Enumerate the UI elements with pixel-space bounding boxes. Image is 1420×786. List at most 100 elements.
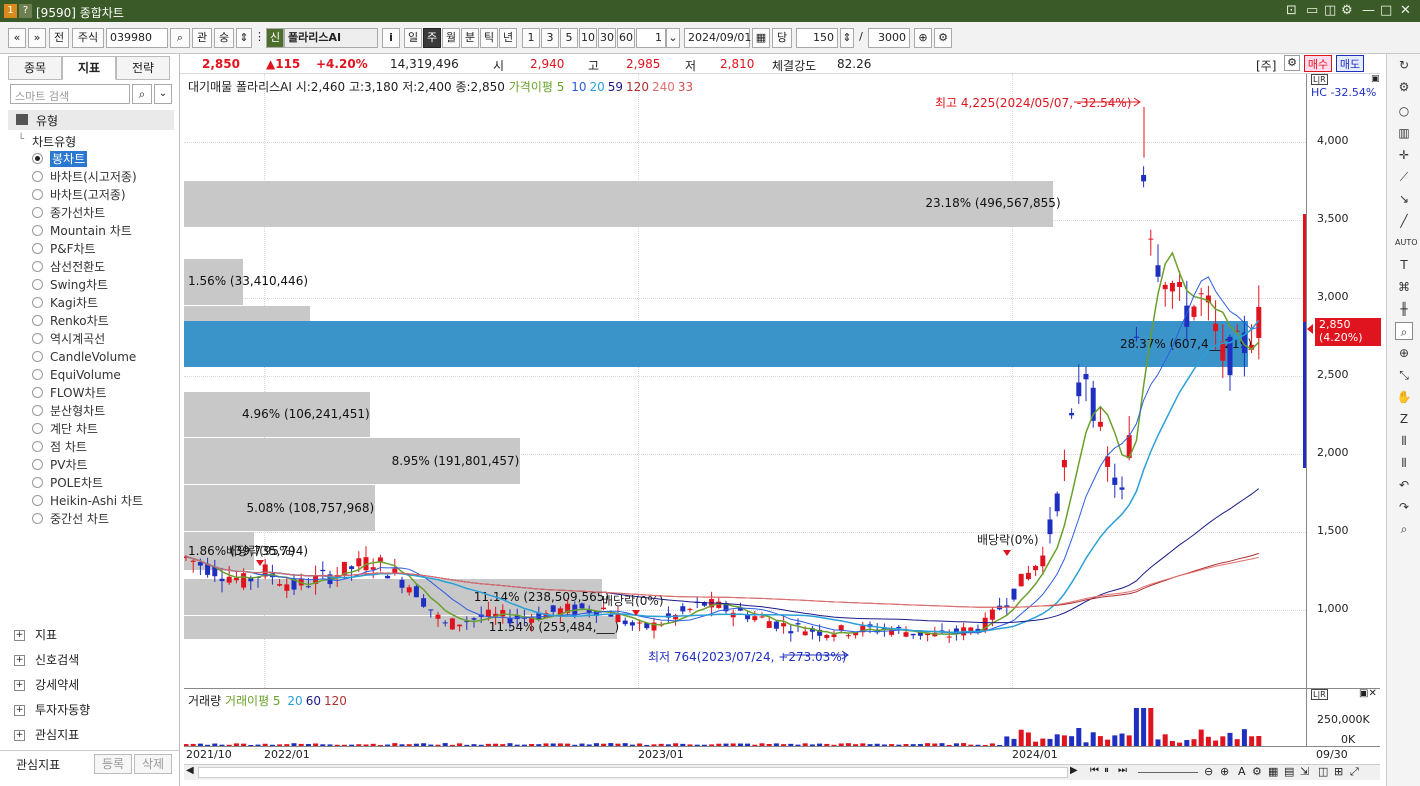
chart-type-item[interactable]: CandleVolume (50, 349, 136, 365)
trendline-icon[interactable]: ⟋ (1395, 168, 1413, 186)
tree-root[interactable]: 차트유형 (32, 133, 76, 150)
chart-type-radio[interactable] (32, 297, 43, 308)
register-button[interactable]: 등록 (94, 754, 132, 774)
search-icon[interactable]: ⌕ (170, 28, 190, 48)
minute-button[interactable]: 5 (560, 28, 578, 48)
last-icon[interactable]: ⏭ (1118, 765, 1127, 776)
all-button[interactable]: 전 (49, 28, 69, 48)
maximize-icon[interactable]: □ (1380, 3, 1392, 18)
minute-button[interactable]: 30 (598, 28, 616, 48)
chart-type-radio[interactable] (32, 279, 43, 290)
chart-type-radio[interactable] (32, 315, 43, 326)
chart-type-item[interactable]: POLE차트 (50, 475, 103, 491)
chart-type-item[interactable]: Swing차트 (50, 277, 108, 293)
sell-button[interactable]: 매도 (1336, 55, 1364, 72)
zigzag-icon[interactable]: Z (1395, 410, 1413, 428)
chart-type-item[interactable]: Renko차트 (50, 313, 109, 329)
magnifier-icon[interactable]: ⌕ (1395, 322, 1413, 340)
bar-chart-icon[interactable]: ▥ (1395, 124, 1413, 142)
chart-type-radio[interactable] (32, 477, 43, 488)
zoom-out-icon[interactable]: ⊖ (1204, 765, 1213, 778)
lr-icon[interactable]: L|R (1311, 74, 1328, 85)
circle-icon[interactable]: ○ (1395, 102, 1413, 120)
period-button[interactable]: 월 (442, 28, 460, 48)
buy-button[interactable]: 매수 (1304, 55, 1332, 72)
price-chart[interactable]: 23.18% (496,567,855)1.56% (33,410,446)3.… (184, 74, 1306, 688)
chart-type-item[interactable]: Heikin-Ashi 차트 (50, 493, 143, 509)
expand-plus-icon[interactable]: + (14, 655, 25, 666)
count-input[interactable]: 150 (796, 28, 838, 48)
period-button[interactable]: 틱 (480, 28, 498, 48)
font-icon[interactable]: A (1238, 765, 1246, 778)
line-icon[interactable]: ╱ (1395, 212, 1413, 230)
restore-icon[interactable]: ▣ (1371, 74, 1380, 84)
section-item[interactable]: + 투자자동향 (14, 701, 90, 719)
chart-type-item[interactable]: 바차트(고저종) (50, 187, 126, 203)
period-button[interactable]: 일 (404, 28, 422, 48)
settings-icon[interactable]: ⚙ (1284, 55, 1300, 71)
chart-type-item[interactable]: 삼선전환도 (50, 259, 105, 275)
chart-type-radio[interactable] (32, 153, 43, 164)
chart-type-radio[interactable] (32, 513, 43, 524)
grid-icon[interactable]: ▦ (1268, 765, 1278, 778)
chart-type-radio[interactable] (32, 189, 43, 200)
scroll-track[interactable] (198, 767, 1068, 778)
chart-type-item[interactable]: PV차트 (50, 457, 88, 473)
volume-chart[interactable]: 거래량 거래이평 5 20 60 120 (184, 688, 1306, 746)
period-button[interactable]: 주 (423, 28, 441, 48)
pause-icon[interactable]: ⏸ (1104, 765, 1109, 776)
section-item[interactable]: + 신호검색 (14, 651, 79, 669)
zoom-in-icon[interactable]: ⊕ (1395, 344, 1413, 362)
expand-icon[interactable]: ⤢ (1350, 765, 1359, 779)
minute-button[interactable]: 10 (579, 28, 597, 48)
chart-type-radio[interactable] (32, 495, 43, 506)
chart-type-item[interactable]: 중간선 차트 (50, 511, 109, 527)
redo-icon[interactable]: ↷ (1395, 498, 1413, 516)
undo-icon[interactable]: ↶ (1395, 476, 1413, 494)
window-badge[interactable]: 1 (4, 4, 17, 18)
settings-icon[interactable]: ⚙ (1341, 3, 1353, 18)
left-tab[interactable]: 종목 (8, 56, 62, 80)
first-icon[interactable]: ⏮ (1090, 765, 1099, 776)
refresh-icon[interactable]: ↻ (1395, 56, 1413, 74)
zoom-slider[interactable] (1138, 772, 1198, 773)
chart-type-radio[interactable] (32, 405, 43, 416)
chart-type-item[interactable]: FLOW차트 (50, 385, 107, 401)
expand-plus-icon[interactable]: + (14, 730, 25, 741)
date-input[interactable]: 2024/09/01 (684, 28, 751, 48)
section-item[interactable]: + 지표 (14, 626, 57, 644)
candle-icon[interactable]: ╫ (1395, 300, 1413, 318)
minute-button[interactable]: 60 (617, 28, 635, 48)
expand-plus-icon[interactable]: + (14, 680, 25, 691)
chart-type-radio[interactable] (32, 207, 43, 218)
chart-type-item[interactable]: 역시계곡선 (50, 331, 105, 347)
period-button[interactable]: 분 (461, 28, 479, 48)
chart-type-radio[interactable] (32, 243, 43, 254)
left-tab[interactable]: 지표 (62, 56, 116, 80)
vertical-lines-icon[interactable]: ⫴ (1395, 432, 1413, 450)
fit-icon[interactable]: ⤡ (1395, 366, 1413, 384)
smart-search-input[interactable]: 스마트 검색 (15, 88, 69, 104)
zoom-icon[interactable]: ⊕ (914, 28, 932, 48)
chart-type-radio[interactable] (32, 423, 43, 434)
text-icon[interactable]: T (1395, 256, 1413, 274)
expand-plus-icon[interactable]: + (14, 705, 25, 716)
related-button[interactable]: 관 (192, 28, 212, 48)
chart-type-item[interactable]: P&F차트 (50, 241, 96, 257)
chart-type-item[interactable]: Mountain 차트 (50, 223, 132, 239)
chart-type-radio[interactable] (32, 225, 43, 236)
total-input[interactable]: 3000 (868, 28, 910, 48)
minute-button[interactable]: 3 (541, 28, 559, 48)
chart-scrollbar[interactable]: ◀ ▶ ⏮ ⏸ ⏭ ⊖ ⊕ A ⚙ ▦ ▤ ⇲ ◫ ⊞ ⤢ (184, 764, 1380, 780)
chart-type-radio[interactable] (32, 441, 43, 452)
help-badge[interactable]: ? (19, 4, 32, 18)
section-item[interactable]: + 강세약세 (14, 676, 79, 694)
chart-type-item[interactable]: 계단 차트 (50, 421, 98, 437)
pin-icon[interactable]: ⊡ (1286, 3, 1297, 18)
search-icon[interactable]: ⌕ (132, 84, 152, 104)
auto-icon[interactable]: AUTO (1395, 234, 1418, 252)
period-count-input[interactable]: 1 (636, 28, 666, 48)
chart-type-radio[interactable] (32, 351, 43, 362)
chart-type-radio[interactable] (32, 333, 43, 344)
capture-icon[interactable]: ◫ (1324, 3, 1336, 18)
